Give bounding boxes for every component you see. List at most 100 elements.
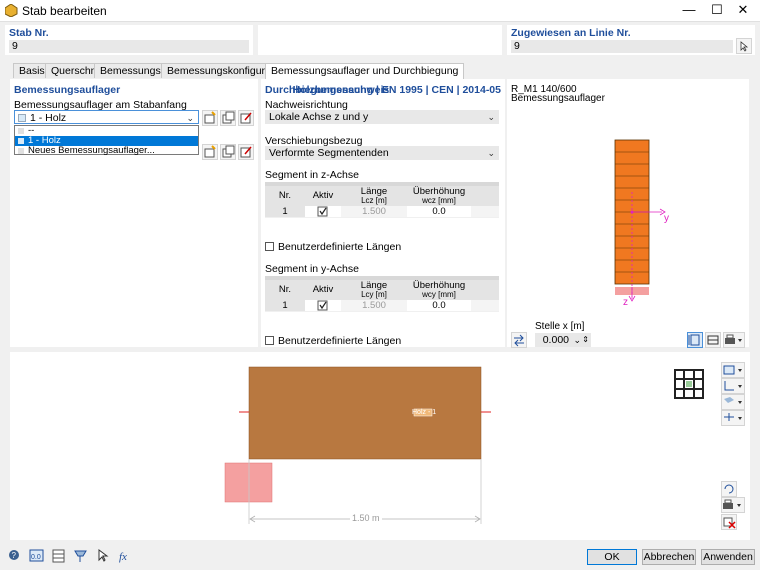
section-preview-panel: R_M1 140/600 Bemessungsauflager y z Stel…	[507, 79, 749, 348]
delete-icon	[723, 517, 736, 529]
new-support-end-button[interactable]	[202, 144, 218, 160]
col-length-unit: Lcy [m]	[341, 290, 407, 300]
select-cursor-icon	[98, 549, 109, 562]
row-no: 1	[265, 300, 305, 311]
new-support-button[interactable]	[202, 110, 218, 126]
cancel-button[interactable]: Abbrechen	[642, 549, 696, 565]
assigned-field: 9	[511, 40, 733, 53]
col-active: Aktiv	[305, 186, 341, 206]
dimension-label: 1.50 m	[350, 513, 382, 523]
copy-icon	[222, 111, 235, 124]
assigned-label: Zugewiesen an Linie Nr.	[511, 27, 631, 39]
units-button[interactable]: 0.0	[29, 548, 45, 564]
copy-icon	[222, 145, 235, 158]
col-no: Nr.	[265, 280, 305, 300]
material-swatch-icon	[18, 114, 26, 122]
member-no-label: Stab Nr.	[9, 27, 49, 39]
spare-cell	[471, 300, 499, 311]
direction-select[interactable]: Lokale Achse z und y ⌄	[265, 110, 499, 124]
user-lengths-y-label: Benutzerdefinierte Längen	[278, 335, 402, 347]
active-cell[interactable]	[305, 206, 341, 217]
axis-z-label: z	[623, 297, 628, 308]
segment-y-table: Nr. Aktiv Länge Lcy [m] Überhöhung wcy […	[265, 276, 499, 312]
units-icon: 0.0	[29, 549, 44, 562]
reference-select[interactable]: Verformte Segmentenden ⌄	[265, 146, 499, 160]
section-cut-button[interactable]	[721, 410, 745, 426]
delete-view-button[interactable]	[721, 514, 737, 530]
col-no: Nr.	[265, 186, 305, 206]
dropdown-item-new[interactable]: Neues Bemessungsauflager...	[15, 146, 198, 156]
swap-view-button[interactable]	[511, 332, 527, 348]
start-support-value: 1 - Holz	[30, 112, 67, 124]
tab-supports-deflection[interactable]: Bemessungsauflager und Durchbiegung	[265, 63, 465, 79]
member-no-panel: Stab Nr. 9	[5, 25, 253, 55]
svg-text:0.0: 0.0	[31, 554, 41, 561]
checkbox-checked-icon	[317, 206, 328, 217]
camber-cell[interactable]: 0.0	[407, 206, 471, 217]
render-icon	[724, 397, 742, 404]
empty-swatch-icon	[18, 148, 24, 154]
design-supports-panel: Bemessungsauflager Bemessungsauflager am…	[10, 79, 258, 347]
col-active: Aktiv	[305, 280, 341, 300]
active-cell[interactable]	[305, 300, 341, 311]
pick-line-button[interactable]	[736, 38, 752, 54]
title-bar: Stab bearbeiten — ☐ ✕	[0, 0, 760, 22]
dropdown-item-label: Neues Bemessungsauflager...	[28, 145, 155, 156]
spin-icon: ⇕	[582, 335, 589, 344]
reset-view-button[interactable]	[721, 481, 737, 497]
apply-button[interactable]: Anwenden	[701, 549, 755, 565]
dimension-icon	[688, 334, 700, 346]
section-view-button[interactable]	[705, 332, 721, 348]
render-mode-button[interactable]	[721, 394, 745, 410]
axes-icon	[724, 381, 742, 391]
display-options-button[interactable]	[721, 362, 745, 378]
copy-support-button[interactable]	[220, 110, 236, 126]
print-view-button[interactable]	[721, 497, 745, 513]
location-label: Stelle x [m]	[535, 321, 585, 332]
ok-button[interactable]: OK	[587, 549, 637, 565]
new-item-icon	[204, 111, 216, 124]
copy-support-end-button[interactable]	[220, 144, 236, 160]
material-swatch-icon	[18, 138, 24, 144]
new-item-icon	[204, 145, 216, 158]
member-view-panel: Holz - 1 1.50 m	[10, 352, 750, 540]
camber-cell[interactable]: 0.0	[407, 300, 471, 311]
section-subtitle: Bemessungsauflager	[511, 93, 605, 104]
deflection-panel: Durchbiegungsnachweis Holzbemessung | EN…	[261, 79, 505, 347]
print-button[interactable]	[723, 332, 745, 348]
dimension-view-button[interactable]	[687, 332, 703, 348]
swap-icon	[514, 334, 524, 347]
view-cube-icon[interactable]	[673, 368, 705, 400]
close-button[interactable]: ✕	[726, 0, 760, 22]
table-button[interactable]	[51, 548, 67, 564]
member-drawing	[224, 366, 491, 524]
formula-icon: fx	[119, 551, 127, 563]
col-spare	[471, 186, 499, 206]
chevron-down-icon: ⌄	[573, 335, 581, 345]
start-support-select[interactable]: 1 - Holz ⌄	[14, 110, 199, 124]
table-icon	[52, 549, 65, 563]
location-spinner[interactable]: 0.000 ⌄ ⇕	[535, 333, 591, 347]
help-search-button[interactable]: ?	[7, 548, 23, 564]
info-icon	[74, 550, 87, 562]
layers-icon	[723, 365, 742, 375]
spare-cell	[471, 206, 499, 217]
empty-swatch-icon	[18, 128, 24, 134]
edit-support-button[interactable]	[238, 110, 254, 126]
select-button[interactable]	[95, 548, 111, 564]
user-lengths-y-checkbox[interactable]	[265, 336, 274, 345]
cross-section-drawing	[614, 139, 666, 302]
segment-z-title: Segment in z-Achse	[265, 169, 359, 181]
info-button[interactable]	[73, 548, 89, 564]
design-supports-title: Bemessungsauflager	[14, 84, 121, 96]
formula-button[interactable]: fx	[117, 548, 133, 564]
edit-support-end-button[interactable]	[238, 144, 254, 160]
assigned-panel: Zugewiesen an Linie Nr. 9	[507, 25, 755, 55]
axes-button[interactable]	[721, 378, 745, 394]
user-lengths-z-checkbox[interactable]	[265, 242, 274, 251]
col-camber-unit: wcz [mm]	[407, 196, 471, 206]
segment-z-table: Nr. Aktiv Länge Lcz [m] Überhöhung wcz […	[265, 182, 499, 218]
col-length: Länge	[341, 186, 407, 197]
col-camber-unit: wcy [mm]	[407, 290, 471, 300]
direction-value: Lokale Achse z und y	[269, 111, 369, 123]
